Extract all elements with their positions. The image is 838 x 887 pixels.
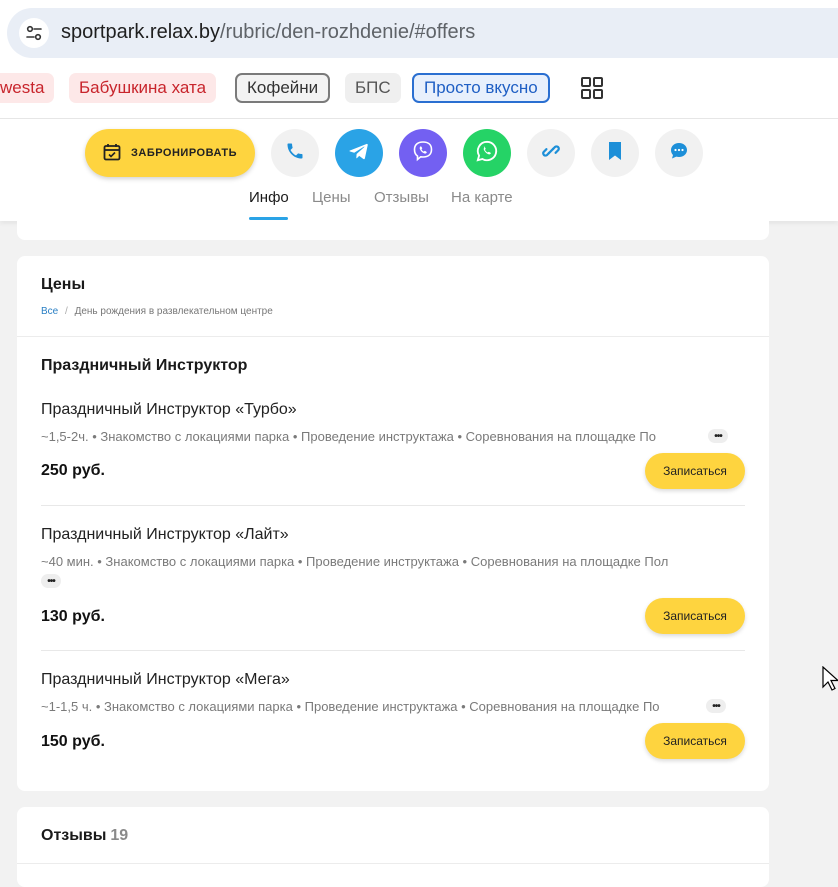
reviews-card: Отзывы 19	[17, 807, 769, 887]
tag-babushkina-hata[interactable]: Бабушкина хата	[69, 73, 217, 103]
offer-item: Праздничный Инструктор «Турбо» ~1,5-2ч. …	[41, 400, 745, 506]
tab-prices[interactable]: Цены	[312, 189, 351, 206]
tag-bps[interactable]: БПС	[345, 73, 401, 103]
more-button[interactable]: •••	[706, 699, 726, 713]
url-path: /rubric/den-rozhdenie/#offers	[219, 21, 476, 43]
tab-info[interactable]: Инфо	[249, 189, 289, 206]
browser-toolbar: sportpark.relax.by/rubric/den-rozhdenie/…	[0, 0, 838, 66]
signup-button[interactable]: Записаться	[645, 598, 745, 634]
offer-price: 250 руб.	[41, 462, 105, 479]
offer-item: Праздничный Инструктор «Лайт» ~40 мин. •…	[41, 525, 745, 651]
offer-price: 150 руб.	[41, 733, 105, 750]
viber-button[interactable]	[399, 129, 447, 177]
breadcrumb-current: День рождения в развлекательном центре	[74, 306, 273, 317]
offer-price: 130 руб.	[41, 608, 105, 625]
tag-kofeyni[interactable]: Кофейни	[235, 73, 331, 103]
chat-icon	[669, 141, 689, 166]
mouse-cursor-icon	[822, 665, 838, 697]
whatsapp-icon	[474, 138, 500, 169]
grid-icon[interactable]	[581, 77, 603, 99]
phone-button[interactable]	[271, 129, 319, 177]
book-button[interactable]: ЗАБРОНИРОВАТЬ	[85, 129, 255, 177]
tab-map[interactable]: На карте	[451, 189, 513, 206]
action-panel: ЗАБРОНИРОВАТЬ Инфо Цены Отзывы На карте	[0, 118, 838, 221]
whatsapp-button[interactable]	[463, 129, 511, 177]
offer-name: Праздничный Инструктор «Турбо»	[41, 401, 297, 418]
offer-description: ~1-1,5 ч. • Знакомство с локациями парка…	[41, 699, 660, 714]
reviews-title: Отзывы	[41, 827, 107, 844]
book-button-label: ЗАБРОНИРОВАТЬ	[130, 147, 237, 159]
breadcrumb-separator: /	[65, 306, 68, 317]
url-host: sportpark.relax.by	[61, 21, 220, 43]
viber-icon	[411, 139, 435, 168]
tag-prosto-vkusno[interactable]: Просто вкусно	[412, 73, 550, 103]
url-text[interactable]: sportpark.relax.by/rubric/den-rozhdenie/…	[61, 21, 475, 44]
signup-button[interactable]: Записаться	[645, 723, 745, 759]
offer-name: Праздничный Инструктор «Мега»	[41, 671, 290, 688]
reviews-divider	[17, 863, 769, 864]
breadcrumb-root[interactable]: Все	[41, 306, 58, 317]
active-tab-indicator	[249, 217, 288, 220]
prices-title: Цены	[41, 276, 86, 293]
chat-button[interactable]	[655, 129, 703, 177]
calendar-icon	[103, 143, 121, 164]
category-tags: westa Бабушкина хата Кофейни БПС Просто …	[0, 66, 838, 118]
site-settings-icon[interactable]	[19, 18, 49, 48]
copy-link-button[interactable]	[527, 129, 575, 177]
offer-description: ~40 мин. • Знакомство с локациями парка …	[41, 554, 669, 569]
bookmark-icon	[607, 141, 623, 166]
telegram-icon	[347, 139, 371, 168]
info-card-bottom	[17, 221, 769, 240]
offer-description: ~1,5-2ч. • Знакомство с локациями парка …	[41, 429, 656, 444]
offer-divider	[41, 650, 745, 651]
offer-group-title: Праздничный Инструктор	[41, 357, 248, 374]
more-button[interactable]: •••	[41, 574, 61, 588]
tab-reviews[interactable]: Отзывы	[374, 189, 429, 206]
telegram-button[interactable]	[335, 129, 383, 177]
breadcrumb: Все / День рождения в развлекательном це…	[41, 306, 273, 317]
tag-westa[interactable]: westa	[0, 73, 55, 103]
prices-card: Цены Все / День рождения в развлекательн…	[17, 256, 769, 791]
section-divider	[17, 336, 769, 337]
bookmark-button[interactable]	[591, 129, 639, 177]
offer-item: Праздничный Инструктор «Мега» ~1-1,5 ч. …	[41, 670, 745, 780]
link-icon	[540, 140, 562, 167]
reviews-heading: Отзывы 19	[41, 827, 128, 845]
reviews-count: 19	[110, 827, 129, 844]
offer-divider	[41, 505, 745, 506]
more-button[interactable]: •••	[708, 429, 728, 443]
phone-icon	[285, 141, 305, 166]
signup-button[interactable]: Записаться	[645, 453, 745, 489]
address-bar[interactable]: sportpark.relax.by/rubric/den-rozhdenie/…	[7, 8, 838, 58]
offer-name: Праздничный Инструктор «Лайт»	[41, 526, 289, 543]
